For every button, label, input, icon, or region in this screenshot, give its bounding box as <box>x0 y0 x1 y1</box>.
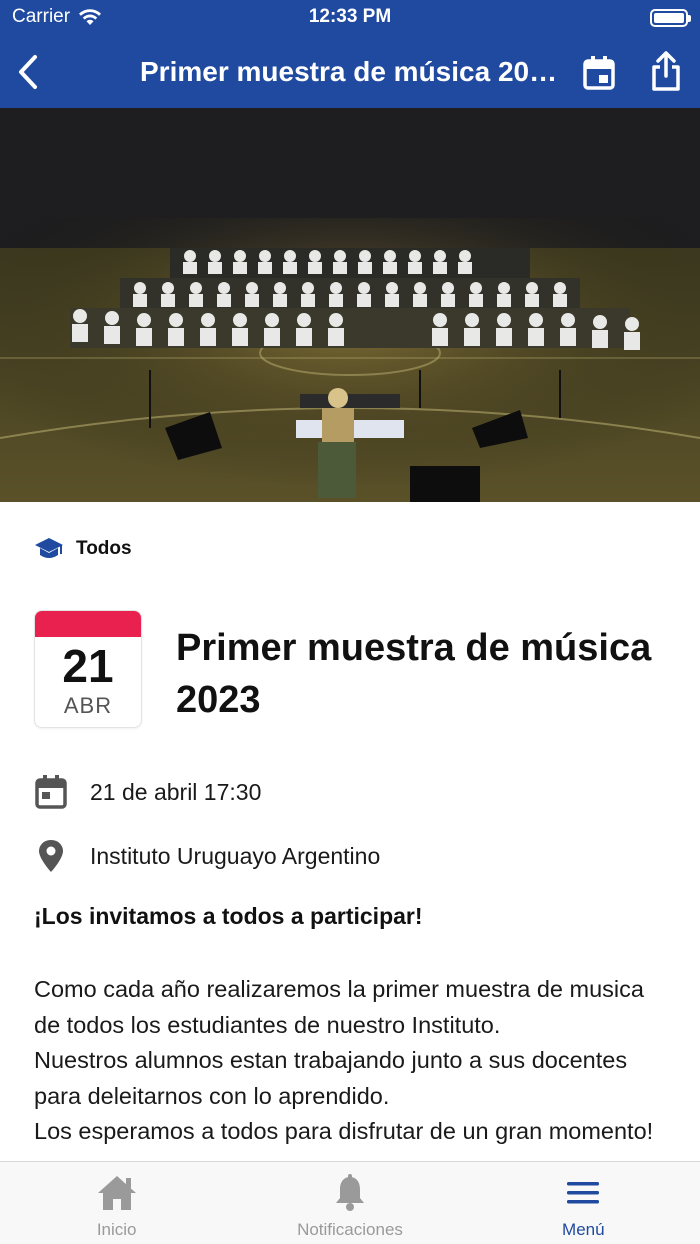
home-icon <box>97 1176 136 1210</box>
add-to-calendar-button[interactable] <box>578 52 620 94</box>
back-button[interactable] <box>8 50 48 94</box>
navigation-bar: Primer muestra de música 2023 <box>0 36 700 108</box>
event-description: Como cada año realizaremos la primer mue… <box>34 972 674 1158</box>
tab-label: Inicio <box>96 1220 137 1239</box>
event-datetime: 21 de abril 17:30 <box>90 778 262 805</box>
calendar-icon <box>35 775 67 809</box>
location-pin-icon <box>39 840 63 872</box>
status-time: 12:33 PM <box>308 6 392 27</box>
tab-menu[interactable]: Menú <box>467 1162 700 1244</box>
share-icon <box>652 51 680 91</box>
event-photo <box>0 108 700 502</box>
event-category: Todos <box>34 536 132 562</box>
event-month: ABR <box>63 693 113 718</box>
calendar-icon <box>583 56 615 90</box>
back-icon <box>19 55 37 89</box>
description-paragraph: Como cada año realizaremos la primer mue… <box>34 976 644 1038</box>
event-location-row[interactable]: Instituto Uruguayo Argentino <box>34 838 380 874</box>
description-paragraph: Los esperamos a todos para disfrutar de … <box>34 1118 654 1144</box>
tab-notificaciones[interactable]: Notificaciones <box>233 1162 466 1244</box>
event-datetime-row: 21 de abril 17:30 <box>34 774 261 810</box>
category-label: Todos <box>76 538 132 559</box>
nav-title: Primer muestra de música 2023 <box>140 56 560 87</box>
date-badge-band <box>35 611 141 637</box>
event-location: Instituto Uruguayo Argentino <box>90 842 381 869</box>
menu-icon <box>567 1182 600 1204</box>
tab-label: Menú <box>562 1220 605 1239</box>
share-button[interactable] <box>645 48 687 94</box>
bell-icon <box>335 1174 364 1211</box>
event-day: 21 <box>62 640 114 692</box>
event-date-badge: 21 ABR <box>34 610 142 728</box>
description-paragraph: Nuestros alumnos estan trabajando junto … <box>34 1047 628 1109</box>
status-bar: Carrier 12:33 PM <box>0 0 700 36</box>
graduation-cap-icon <box>35 538 63 558</box>
tab-inicio[interactable]: Inicio <box>0 1162 233 1244</box>
event-title: Primer muestra de música 2023 <box>176 627 652 721</box>
tab-bar: Inicio Notificaciones Menú <box>0 1161 700 1244</box>
battery-icon <box>650 9 691 27</box>
top-bar: Carrier 12:33 PM Primer muestra de músic… <box>0 0 700 108</box>
tab-label: Notificaciones <box>297 1220 403 1239</box>
event-invite-text: ¡Los invitamos a todos a participar! <box>34 903 423 929</box>
